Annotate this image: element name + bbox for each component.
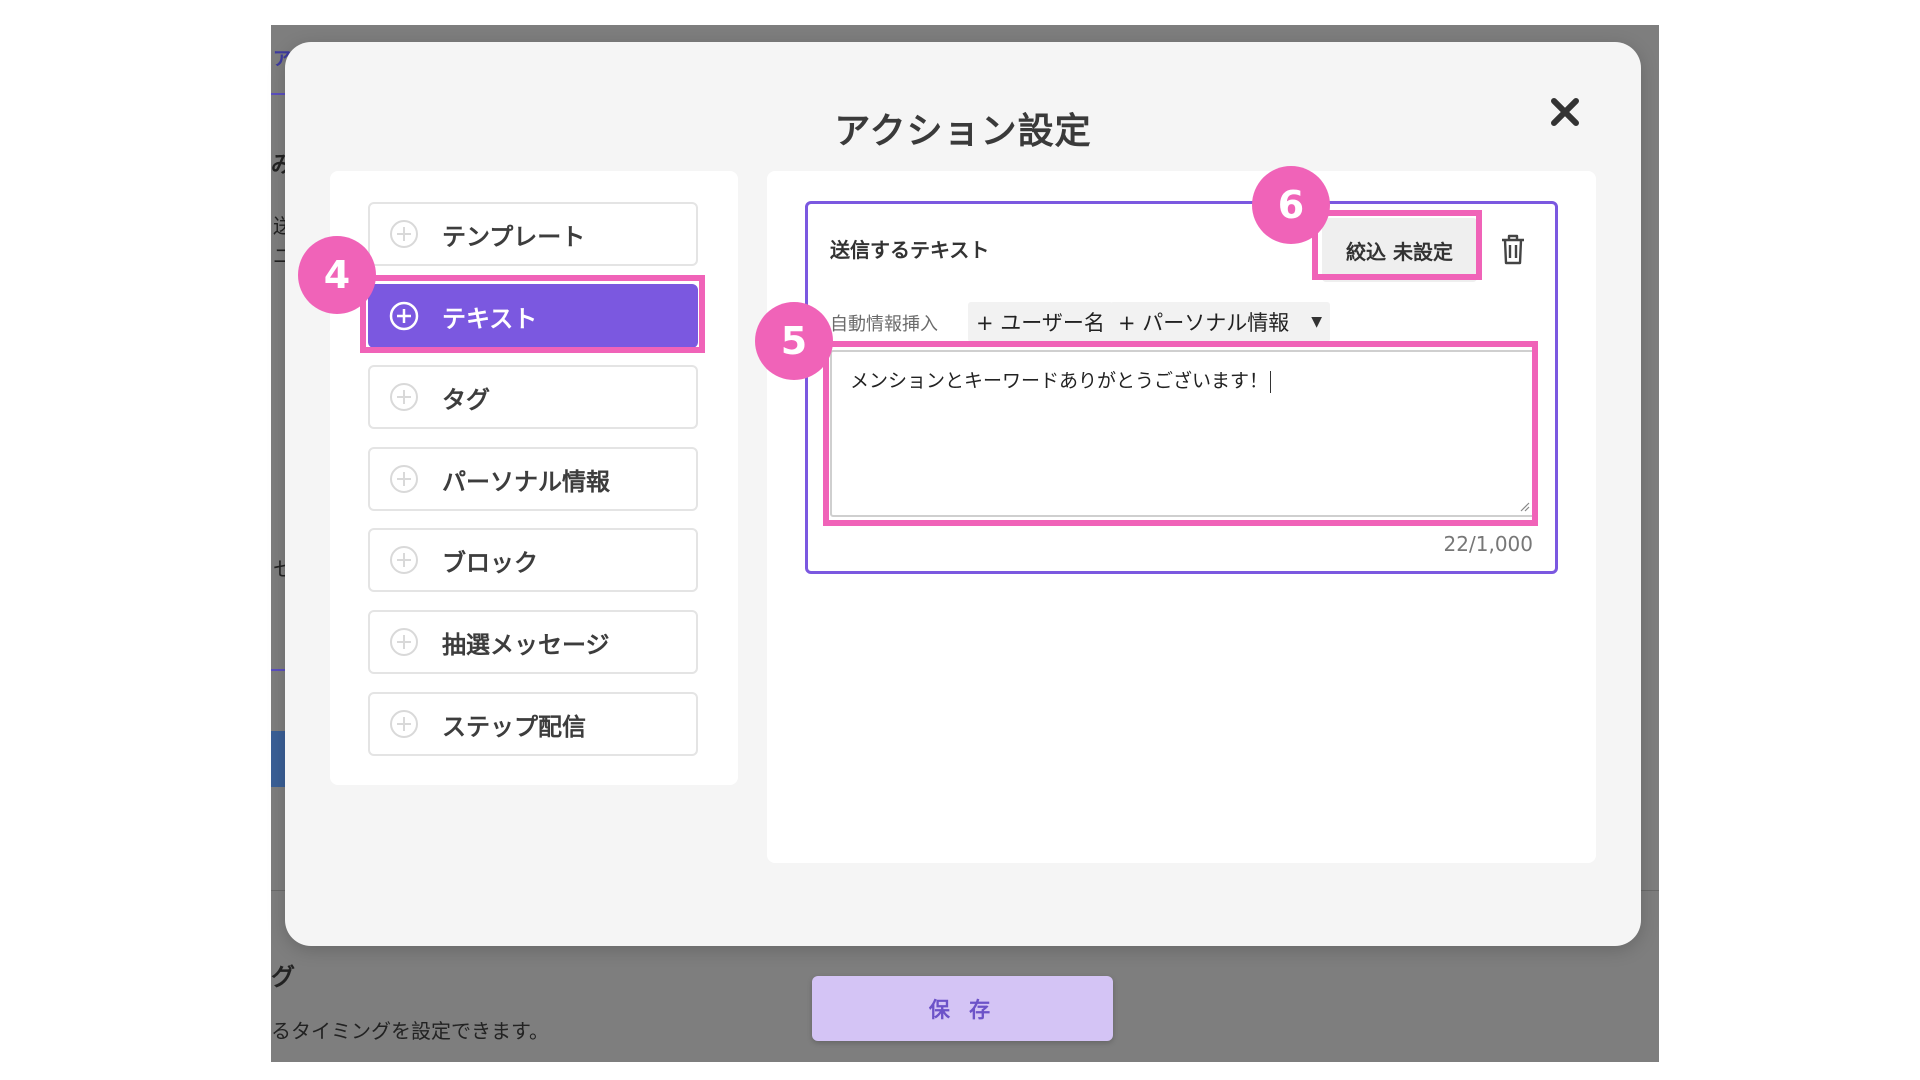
action-type-menu: テンプレート テキスト タグ パーソナル情報 ブロック 抽選メッセージ ステップ…	[330, 171, 738, 785]
background-section-heading: グ	[271, 963, 295, 991]
plus-circle-icon	[390, 220, 418, 248]
card-title: 送信するテキスト	[830, 238, 990, 262]
auto-insert-label: 自動情報挿入	[830, 314, 938, 335]
background-button	[271, 731, 285, 787]
menu-item-lottery-message[interactable]: 抽選メッセージ	[368, 610, 698, 674]
plus-circle-icon	[390, 383, 418, 411]
plus-circle-icon	[390, 465, 418, 493]
highlight-box-filter	[1312, 210, 1482, 280]
menu-item-tag[interactable]: タグ	[368, 365, 698, 429]
step-badge-4: 4	[298, 236, 376, 314]
highlight-box-textarea	[823, 341, 1538, 526]
menu-item-label: ブロック	[442, 548, 538, 577]
plus-circle-icon	[390, 710, 418, 738]
save-button[interactable]: 保 存	[812, 976, 1113, 1041]
plus-circle-icon	[390, 546, 418, 574]
chip-label: + パーソナル情報	[1118, 311, 1290, 335]
modal-title: アクション設定	[834, 111, 1092, 152]
chip-label: + ユーザー名	[976, 311, 1105, 335]
character-counter: 22/1,000	[1443, 532, 1533, 556]
insert-username-chip[interactable]: + ユーザー名	[968, 302, 1113, 342]
menu-item-step-delivery[interactable]: ステップ配信	[368, 692, 698, 756]
close-icon	[1551, 98, 1579, 126]
menu-item-label: タグ	[442, 385, 490, 414]
step-badge-6: 6	[1252, 166, 1330, 244]
insert-personal-info-dropdown[interactable]: + パーソナル情報 ▼	[1110, 302, 1331, 342]
menu-item-label: テンプレート	[442, 222, 586, 251]
menu-item-template[interactable]: テンプレート	[368, 202, 698, 266]
menu-item-label: ステップ配信	[442, 712, 586, 741]
menu-item-block[interactable]: ブロック	[368, 528, 698, 592]
background-section-text: るタイミングを設定できます。	[271, 1019, 549, 1043]
plus-circle-icon	[390, 628, 418, 656]
caret-down-icon: ▼	[1311, 314, 1323, 330]
menu-item-personal-info[interactable]: パーソナル情報	[368, 447, 698, 511]
highlight-box-text-menu	[360, 275, 705, 353]
close-button[interactable]	[1535, 82, 1595, 142]
step-badge-5: 5	[755, 302, 833, 380]
menu-item-label: 抽選メッセージ	[442, 630, 610, 659]
menu-item-label: パーソナル情報	[442, 467, 610, 496]
trash-icon[interactable]	[1498, 232, 1528, 266]
